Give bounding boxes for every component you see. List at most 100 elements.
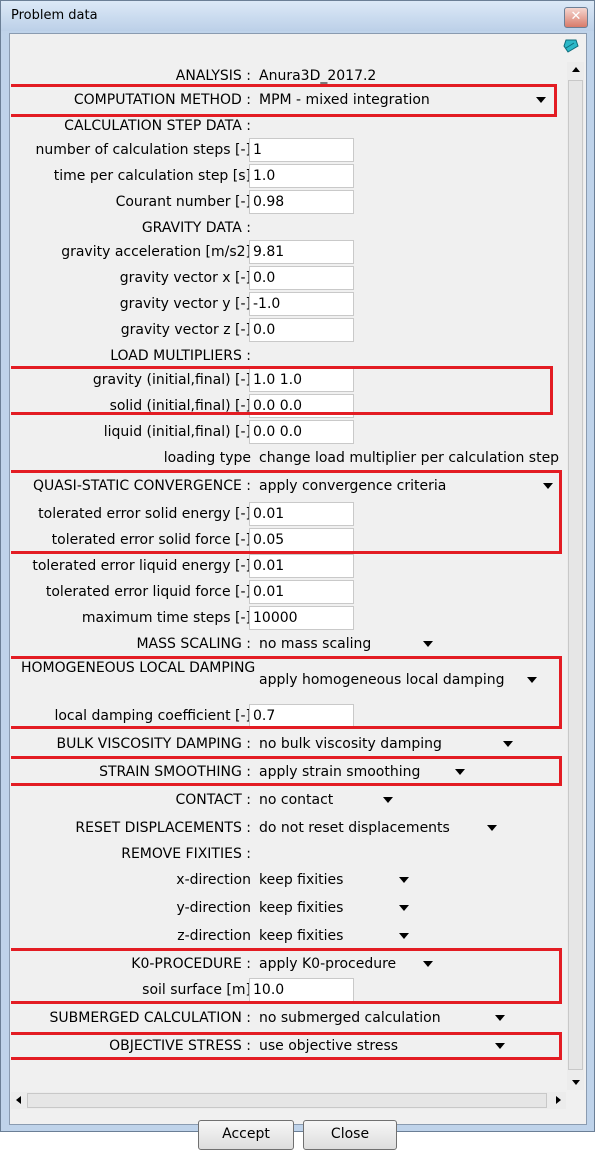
courant-label: Courant number [-] <box>115 194 251 210</box>
vertical-scrollbar[interactable] <box>567 62 584 1090</box>
max-time-steps-row: maximum time steps [-] 10000 <box>11 606 566 632</box>
gravity-vx-row: gravity vector x [-] 0.0 <box>11 266 566 292</box>
num-steps-row: number of calculation steps [-] 1 <box>11 138 566 164</box>
fixity-y-label: y-direction <box>176 900 251 916</box>
err-liquid-energy-row: tolerated error liquid energy [-] 0.01 <box>11 554 566 580</box>
highlight-box <box>11 656 562 729</box>
highlight-box <box>11 470 562 554</box>
dropdown-arrow-icon[interactable] <box>503 741 513 747</box>
bulk-viscosity-label: BULK VISCOSITY DAMPING : <box>56 736 252 752</box>
contact-row: CONTACT : no contact <box>11 788 566 814</box>
gravity-accel-row: gravity acceleration [m/s2] 9.81 <box>11 240 566 266</box>
calc-step-header-row: CALCULATION STEP DATA : <box>11 114 566 140</box>
num-steps-label: number of calculation steps [-] <box>35 142 251 158</box>
highlight-box <box>11 1032 562 1060</box>
fixity-z-select[interactable]: keep fixities <box>259 928 343 944</box>
scroll-up-icon[interactable] <box>567 62 584 78</box>
max-time-steps-input[interactable]: 10000 <box>249 606 354 630</box>
fixity-x-row: x-direction keep fixities <box>11 868 566 894</box>
close-icon[interactable]: ✕ <box>564 7 588 28</box>
gravity-header: GRAVITY DATA : <box>141 220 251 236</box>
close-button[interactable]: Close <box>303 1120 397 1150</box>
title-bar[interactable]: Problem data ✕ <box>1 1 594 31</box>
submerged-label: SUBMERGED CALCULATION : <box>49 1010 251 1026</box>
fixity-y-select[interactable]: keep fixities <box>259 900 343 916</box>
contact-label: CONTACT : <box>175 792 251 808</box>
remove-fixities-header-row: REMOVE FIXITIES : <box>11 842 566 868</box>
lm-liquid-row: liquid (initial,final) [-] 0.0 0.0 <box>11 420 566 446</box>
reset-displacements-select[interactable]: do not reset displacements <box>259 820 450 836</box>
loading-type-row: loading type change load multiplier per … <box>11 446 566 472</box>
gravity-vy-label: gravity vector y [-] <box>119 296 251 312</box>
highlight-box <box>11 366 553 415</box>
horizontal-scrollbar[interactable] <box>11 1092 566 1109</box>
scroll-down-icon[interactable] <box>567 1074 584 1090</box>
gravity-vx-input[interactable]: 0.0 <box>249 266 354 290</box>
fixity-x-label: x-direction <box>176 872 251 888</box>
err-liquid-force-input[interactable]: 0.01 <box>249 580 354 604</box>
vertical-scroll-thumb[interactable] <box>568 80 583 1070</box>
mass-scaling-select[interactable]: no mass scaling <box>259 636 371 652</box>
gravity-vx-label: gravity vector x [-] <box>119 270 251 286</box>
bulk-viscosity-select[interactable]: no bulk viscosity damping <box>259 736 442 752</box>
accept-button[interactable]: Accept <box>198 1120 294 1150</box>
dropdown-arrow-icon[interactable] <box>495 1015 505 1021</box>
dropdown-arrow-icon[interactable] <box>383 797 393 803</box>
bulk-viscosity-row: BULK VISCOSITY DAMPING : no bulk viscosi… <box>11 732 566 758</box>
gravity-vz-row: gravity vector z [-] 0.0 <box>11 318 566 344</box>
gravity-vy-row: gravity vector y [-] -1.0 <box>11 292 566 318</box>
scroll-left-icon[interactable] <box>16 1096 21 1104</box>
highlight-box <box>11 756 562 786</box>
dropdown-arrow-icon[interactable] <box>399 905 409 911</box>
mass-scaling-label: MASS SCALING : <box>136 636 251 652</box>
window-title: Problem data <box>11 8 98 23</box>
max-time-steps-label: maximum time steps [-] <box>81 610 251 626</box>
submerged-row: SUBMERGED CALCULATION : no submerged cal… <box>11 1006 566 1032</box>
lm-liquid-label: liquid (initial,final) [-] <box>103 424 251 440</box>
fixity-z-row: z-direction keep fixities <box>11 924 566 950</box>
courant-row: Courant number [-] 0.98 <box>11 190 566 216</box>
calc-step-header: CALCULATION STEP DATA : <box>64 118 251 134</box>
gravity-header-row: GRAVITY DATA : <box>11 216 566 242</box>
time-per-step-label: time per calculation step [s] <box>53 168 251 184</box>
fixity-z-label: z-direction <box>177 928 251 944</box>
dropdown-arrow-icon[interactable] <box>423 641 433 647</box>
err-liquid-energy-input[interactable]: 0.01 <box>249 554 354 578</box>
problem-data-window: Problem data ✕ ANALYSIS : Anura3D_2017.2… <box>0 0 595 1150</box>
gravity-vz-input[interactable]: 0.0 <box>249 318 354 342</box>
gravity-accel-label: gravity acceleration [m/s2] <box>61 244 251 260</box>
gravity-vy-input[interactable]: -1.0 <box>249 292 354 316</box>
loading-type-label: loading type <box>163 450 251 466</box>
dropdown-arrow-icon[interactable] <box>399 933 409 939</box>
time-per-step-row: time per calculation step [s] 1.0 <box>11 164 566 190</box>
time-per-step-input[interactable]: 1.0 <box>249 164 354 188</box>
horizontal-scroll-thumb[interactable] <box>27 1093 547 1108</box>
fixity-x-select[interactable]: keep fixities <box>259 872 343 888</box>
lm-liquid-input[interactable]: 0.0 0.0 <box>249 420 354 444</box>
num-steps-input[interactable]: 1 <box>249 138 354 162</box>
dropdown-arrow-icon[interactable] <box>399 877 409 883</box>
scroll-right-icon[interactable] <box>556 1096 561 1104</box>
analysis-label: ANALYSIS : <box>175 68 251 84</box>
dialog-client-area: ANALYSIS : Anura3D_2017.2 COMPUTATION ME… <box>9 33 587 1150</box>
settings-panel: ANALYSIS : Anura3D_2017.2 COMPUTATION ME… <box>11 62 566 1090</box>
courant-input[interactable]: 0.98 <box>249 190 354 214</box>
analysis-value: Anura3D_2017.2 <box>259 68 377 84</box>
err-liquid-force-label: tolerated error liquid force [-] <box>45 584 251 600</box>
submerged-select[interactable]: no submerged calculation <box>259 1010 441 1026</box>
dropdown-arrow-icon[interactable] <box>487 825 497 831</box>
eraser-icon[interactable] <box>562 38 580 54</box>
gravity-vz-label: gravity vector z [-] <box>120 322 251 338</box>
err-liquid-energy-label: tolerated error liquid energy [-] <box>32 558 251 574</box>
reset-displacements-label: RESET DISPLACEMENTS : <box>75 820 251 836</box>
highlight-box <box>11 84 557 117</box>
contact-select[interactable]: no contact <box>259 792 333 808</box>
remove-fixities-header: REMOVE FIXITIES : <box>121 846 251 862</box>
mass-scaling-row: MASS SCALING : no mass scaling <box>11 632 566 658</box>
load-multipliers-header: LOAD MULTIPLIERS : <box>110 348 251 364</box>
loading-type-value: change load multiplier per calculation s… <box>259 450 560 466</box>
reset-displacements-row: RESET DISPLACEMENTS : do not reset displ… <box>11 816 566 842</box>
gravity-accel-input[interactable]: 9.81 <box>249 240 354 264</box>
err-liquid-force-row: tolerated error liquid force [-] 0.01 <box>11 580 566 606</box>
highlight-box <box>11 948 562 1004</box>
